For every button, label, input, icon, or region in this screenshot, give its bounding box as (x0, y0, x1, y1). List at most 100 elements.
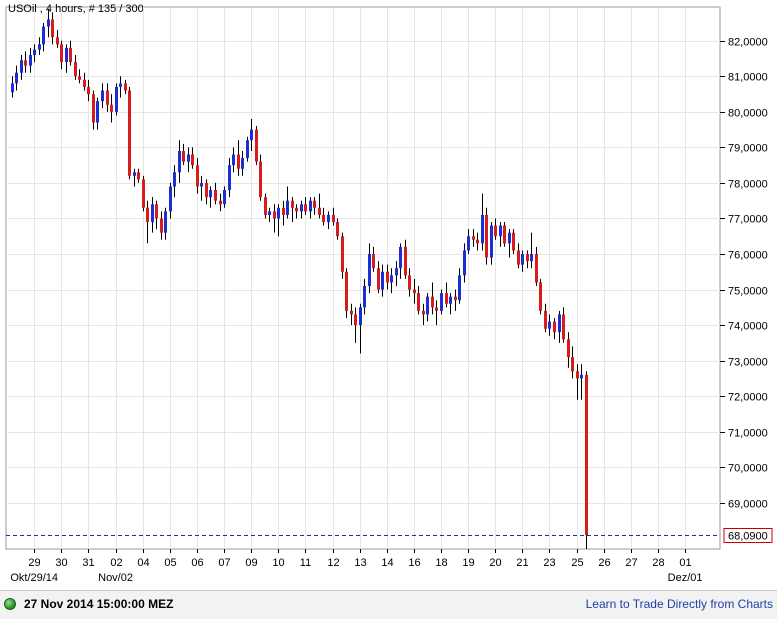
candle-body (56, 37, 59, 45)
candle-body (332, 214, 335, 223)
candle-body (133, 172, 136, 176)
candle-body (250, 129, 253, 141)
x-tick-label: 20 (489, 557, 501, 569)
candle-body (78, 76, 81, 80)
y-tick-label: 76,0000 (728, 250, 768, 262)
x-tick-label: 04 (137, 557, 149, 569)
candle-body (259, 161, 262, 198)
candle-body (47, 19, 50, 27)
candle-body (435, 307, 438, 311)
chart-title: USOil , 4 hours, # 135 / 300 (8, 3, 144, 15)
candle-body (548, 321, 551, 329)
candle-body (110, 104, 113, 112)
candle-body (521, 254, 524, 265)
candle-body (354, 314, 357, 326)
candle-body (214, 190, 217, 201)
candle-body (96, 101, 99, 123)
y-tick-label: 69,0000 (728, 499, 768, 511)
candle-body (544, 310, 547, 329)
candle-body (512, 232, 515, 251)
candle-body (173, 172, 176, 187)
x-sub-label: Okt/29/14 (10, 572, 58, 584)
y-tick-label: 82,0000 (728, 37, 768, 49)
candle-body (458, 275, 461, 301)
candle-body (51, 19, 54, 38)
x-tick-label: 16 (408, 557, 420, 569)
candle-body (142, 179, 145, 208)
x-tick-label: 14 (381, 557, 393, 569)
candle-body (137, 172, 140, 180)
x-tick-label: 07 (218, 557, 230, 569)
price-chart[interactable]: USOil , 4 hours, # 135 / 300 69,0000 70,0… (0, 0, 777, 590)
x-tick-label: 02 (110, 557, 122, 569)
x-tick-label: 10 (272, 557, 284, 569)
candle-body (336, 222, 339, 237)
candle-body (481, 214, 484, 244)
candle-body (490, 225, 493, 258)
x-axis: 29 30 31 02 04 05 06 07 09 10 11 12 13 14 16 18 19 20 21 23… (10, 549, 703, 584)
candle-body (508, 232, 511, 244)
x-tick-label: 21 (516, 557, 528, 569)
y-tick-label: 73,0000 (728, 357, 768, 369)
candle-body (11, 83, 14, 93)
candle-body (449, 296, 452, 304)
candle-body (535, 254, 538, 283)
status-time: 27 Nov 2014 15:00:00 MEZ (24, 597, 174, 611)
x-tick-label: 25 (571, 557, 583, 569)
candle-body (390, 275, 393, 283)
x-tick-label: 30 (55, 557, 67, 569)
candle-body (426, 296, 429, 315)
candle-body (42, 26, 45, 45)
candle-body (273, 211, 276, 219)
candle-body (431, 296, 434, 308)
x-tick-label: 31 (82, 557, 94, 569)
x-tick-label: 11 (300, 557, 311, 569)
x-tick-label: 05 (164, 557, 176, 569)
candle-body (24, 60, 27, 66)
candle-body (304, 204, 307, 212)
candle-body (467, 236, 470, 251)
x-tick-label: 06 (191, 557, 203, 569)
candle-body (282, 207, 285, 215)
candle-body (232, 154, 235, 166)
chart-frame: USOil , 4 hours, # 135 / 300 69,0000 70,0… (0, 0, 777, 590)
candle-body (454, 296, 457, 301)
candle-body (300, 204, 303, 212)
y-tick-label: 70,0000 (728, 463, 768, 475)
candle-body (327, 214, 330, 223)
x-tick-label: 29 (28, 557, 40, 569)
candle-body (345, 271, 348, 311)
candle-body (399, 246, 402, 269)
y-tick-label: 80,0000 (728, 108, 768, 120)
y-tick-label: 81,0000 (728, 72, 768, 84)
candle-body (372, 254, 375, 269)
candle-body (395, 268, 398, 276)
candle-body (178, 150, 181, 173)
last-price-label: 68,0900 (728, 531, 768, 543)
x-tick-label: 01 (679, 557, 691, 569)
candle-body (341, 236, 344, 272)
candle-body (155, 204, 158, 219)
candle-body (33, 49, 36, 55)
x-tick-label: 13 (354, 557, 366, 569)
candle-body (576, 371, 579, 379)
x-tick-label: 18 (435, 557, 447, 569)
candle-body (241, 158, 244, 169)
x-tick-label: 19 (462, 557, 474, 569)
candle-body (209, 190, 212, 198)
candle-body (463, 250, 466, 276)
candle-body (200, 182, 203, 187)
learn-to-trade-link[interactable]: Learn to Trade Directly from Charts (586, 597, 773, 611)
candle-body (106, 90, 109, 105)
candle-body (413, 289, 416, 294)
candle-body (87, 86, 90, 95)
y-axis: 69,0000 70,0000 71,0000 72,0000 73,0000 74,00… (720, 37, 768, 511)
candle-body (567, 339, 570, 358)
candle-body (350, 310, 353, 315)
candle-body (237, 154, 240, 169)
candle-body (558, 314, 561, 333)
candle-body (83, 79, 86, 87)
x-sub-label: Dez/01 (668, 572, 703, 584)
x-tick-label: 09 (245, 557, 257, 569)
candle-body (363, 285, 366, 308)
